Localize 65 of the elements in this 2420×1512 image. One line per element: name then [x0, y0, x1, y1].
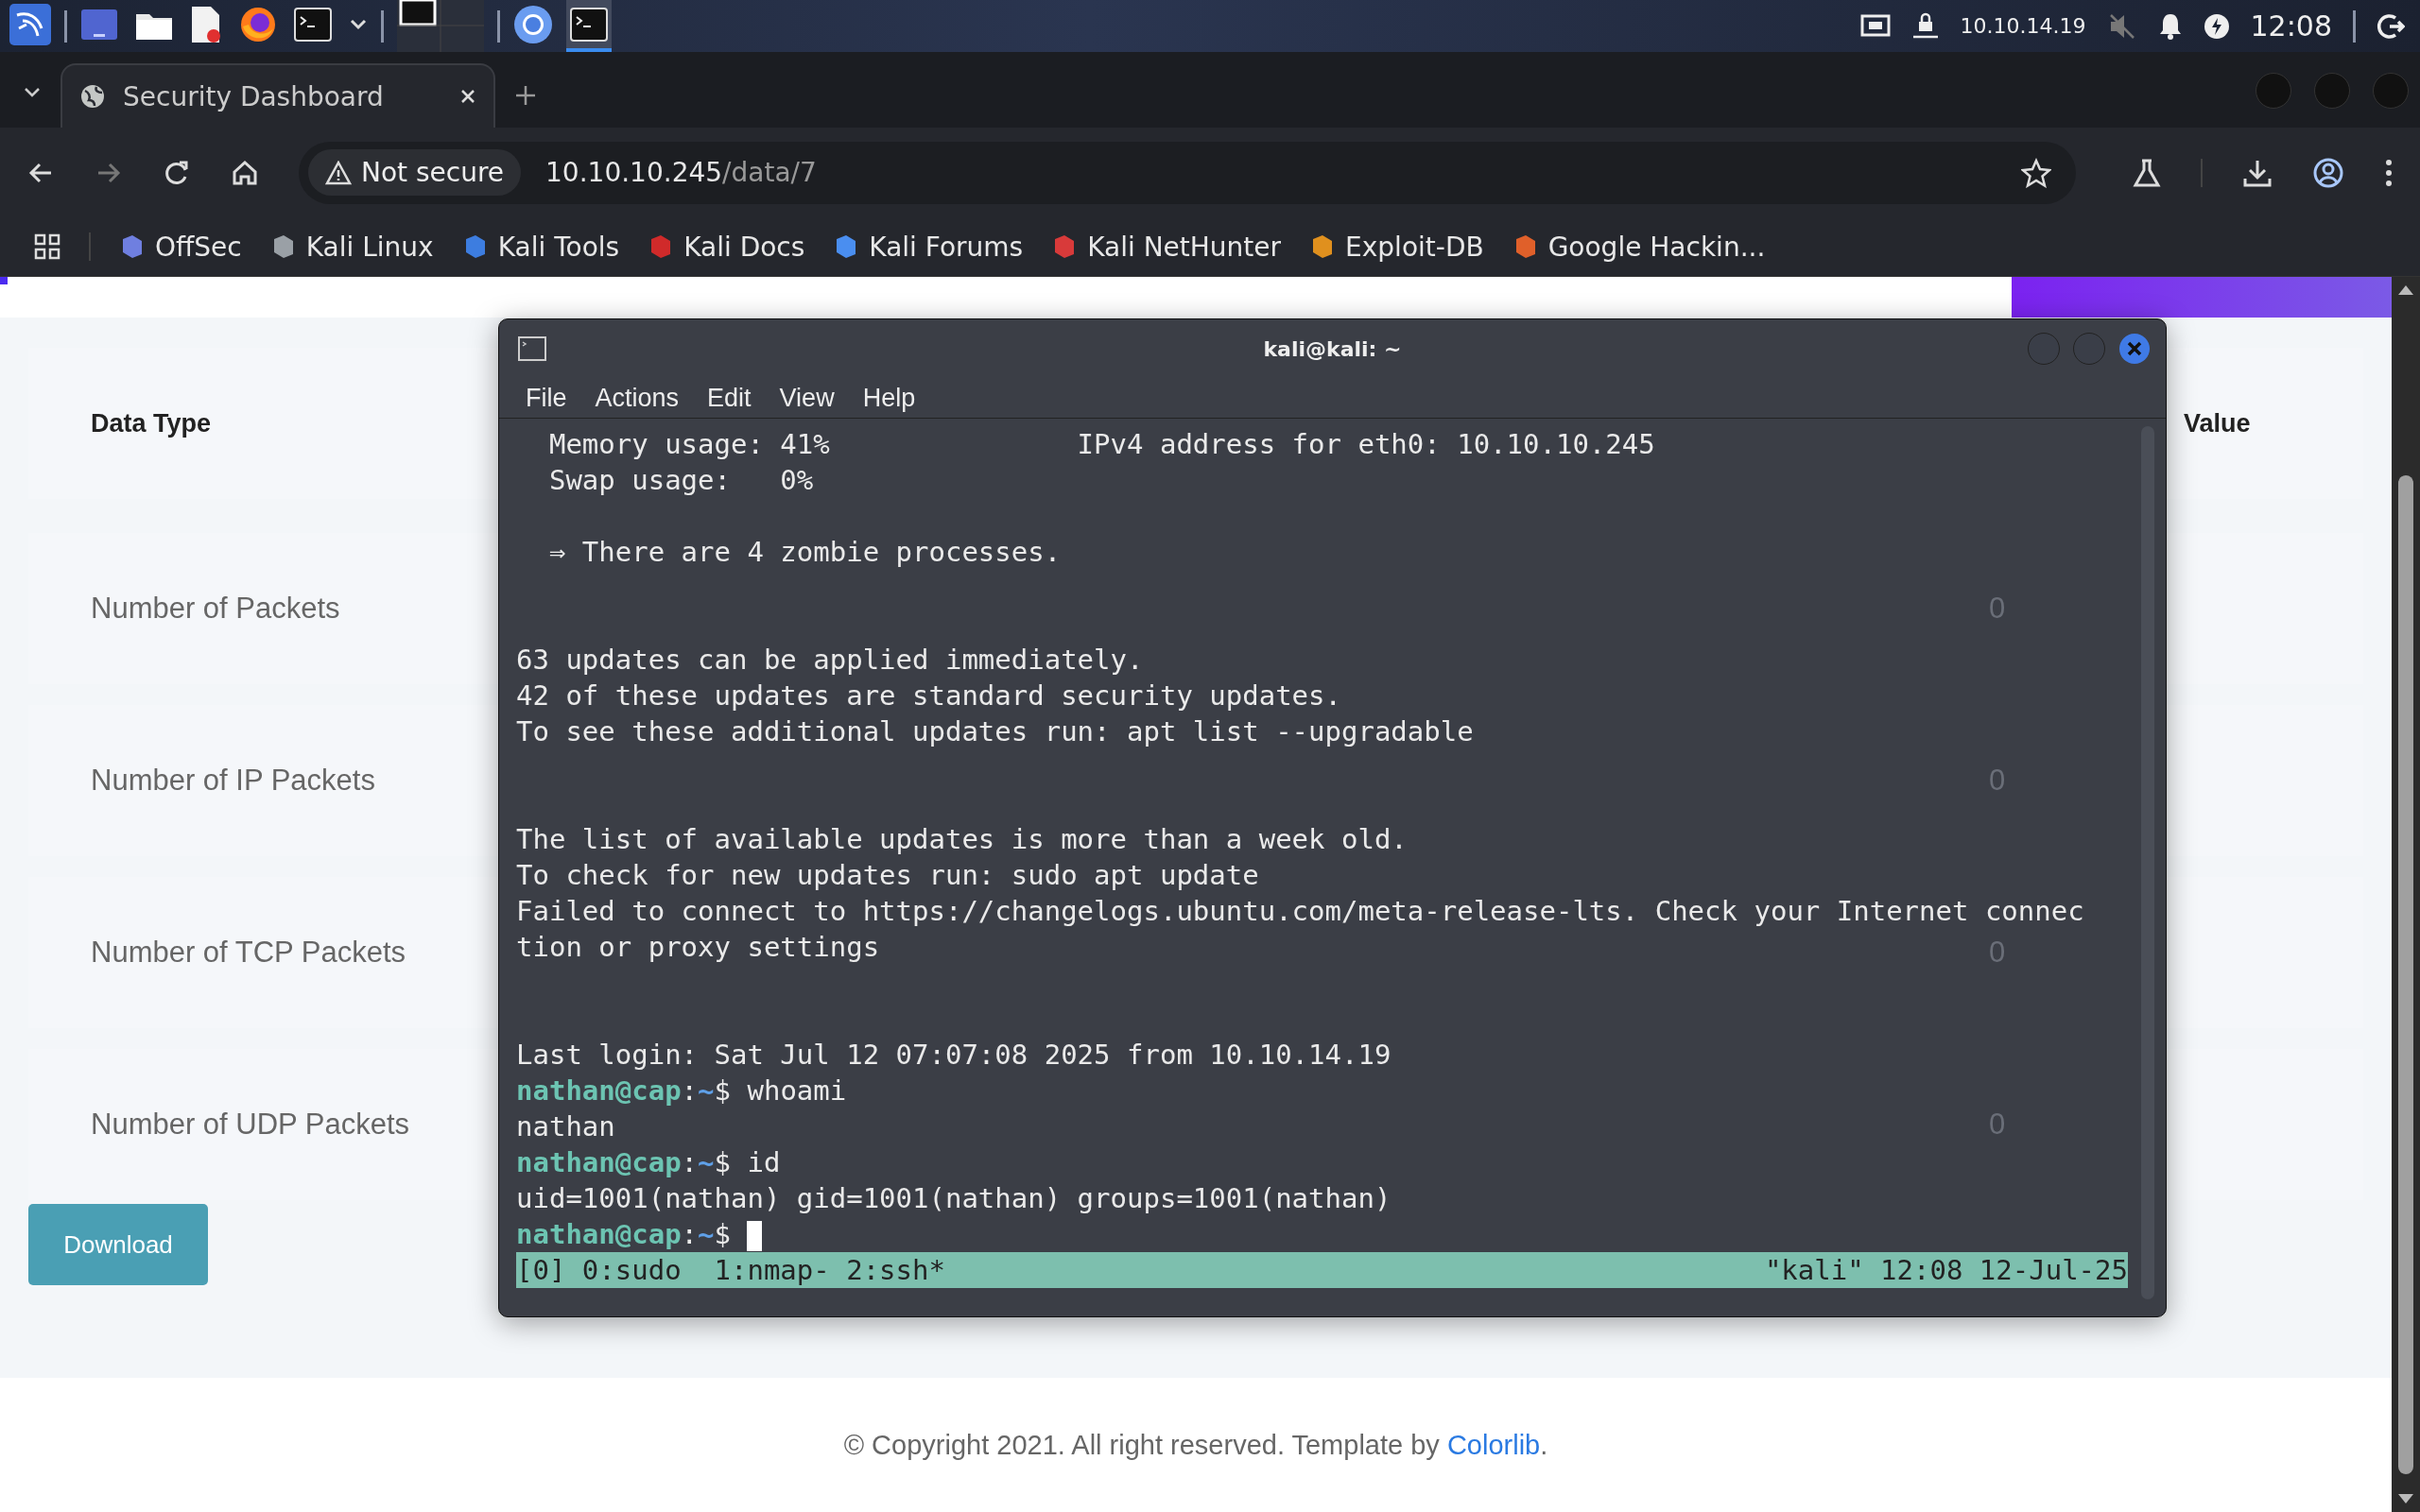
network-icon [1859, 13, 1891, 39]
globe-icon [79, 83, 106, 110]
bell-icon [2157, 11, 2183, 41]
terminal-prompt: nathan@cap:~$ id [516, 1145, 782, 1180]
home-icon[interactable] [231, 158, 259, 187]
menu-item[interactable]: View [779, 383, 835, 413]
caret-icon [349, 17, 368, 31]
power-icon [2203, 12, 2230, 40]
browser-tab[interactable]: Security Dashboard [60, 63, 495, 128]
terminal-line: ⇒ There are 4 zombie processes. [547, 535, 1062, 570]
taskbar-launcher[interactable] [566, 0, 612, 52]
status-text: [0] 0:sudo 1:nmap- 2:ssh* [516, 1254, 945, 1286]
bookmark[interactable]: Kali Forums [833, 231, 1024, 263]
terminal-line: To see these additional updates run: apt list --upgradable [516, 714, 1474, 749]
status-text: "kali" 12:08 12-Jul-25 [1764, 1254, 2128, 1286]
tab-list-caret-icon[interactable] [23, 86, 42, 99]
menu-item[interactable]: Edit [707, 383, 752, 413]
copyright-text: © Copyright 2021. All right reserved. Template by Colorlib. [843, 1429, 1548, 1461]
menu-item[interactable]: Actions [595, 383, 680, 413]
terminal-line: The list of available updates is more than a week old. [516, 822, 1408, 857]
bookmark[interactable]: Kali NetHunter [1051, 231, 1282, 263]
terminal-icon [518, 336, 546, 361]
terminal-line: Swap usage: 0% [547, 463, 814, 498]
clock: 12:08 [2250, 9, 2332, 43]
workspace-switcher-icon [397, 0, 484, 52]
bookmark[interactable]: Kali Docs [648, 231, 805, 263]
scrollbar[interactable] [2392, 277, 2420, 1512]
menu-item[interactable]: File [526, 383, 567, 413]
document-icon [190, 5, 222, 43]
terminal-icon [294, 7, 332, 42]
scroll-down-icon[interactable] [2397, 1493, 2414, 1504]
terminal-prompt: nathan@cap:~$ [516, 1216, 763, 1252]
chromium-icon [513, 4, 553, 44]
warning-icon [325, 160, 352, 185]
logout-icon[interactable] [2377, 11, 2405, 41]
new-tab-icon[interactable] [514, 84, 537, 107]
bookmark[interactable]: Exploit-DB [1309, 231, 1484, 263]
terminal-line: nathan [516, 1109, 615, 1144]
bookmark[interactable]: Kali Linux [269, 231, 434, 263]
bookmark[interactable]: OffSec [119, 231, 242, 263]
colorlib-link[interactable]: Colorlib [1446, 1429, 1541, 1460]
star-icon[interactable] [2021, 157, 2051, 188]
terminal-line: Memory usage: 41% IPv4 address for eth0: 10.10.10.245 [547, 427, 1655, 462]
terminal-icon [570, 7, 608, 42]
ip-address: 10.10.14.19 [1960, 14, 2086, 38]
security-label: Not secure [361, 157, 505, 188]
terminal-line: tion or proxy settings [516, 930, 880, 965]
menu-icon[interactable] [2384, 157, 2394, 188]
menu-item[interactable]: Help [862, 383, 916, 413]
bookmark[interactable]: Kali Tools [461, 231, 620, 263]
accent-mark [0, 277, 8, 284]
apps-icon[interactable] [34, 233, 60, 260]
close-icon[interactable] [459, 88, 476, 105]
security-chip[interactable]: Not secure [308, 149, 522, 196]
terminal-prompt: nathan@cap:~$ whoami [516, 1074, 848, 1108]
desktop-icon [80, 7, 118, 42]
lock-network-icon [1910, 11, 1940, 41]
bookmark[interactable]: Google Hackin... [1512, 231, 1766, 263]
address-bar[interactable]: Not secure 10.10.10.245/data/7 [299, 141, 2076, 204]
close-icon[interactable] [2118, 333, 2151, 365]
profile-icon[interactable] [2312, 156, 2344, 189]
scroll-up-icon[interactable] [2397, 284, 2414, 296]
url-text: 10.10.10.245/data/7 [545, 157, 818, 188]
flask-icon[interactable] [2133, 157, 2161, 188]
terminal-line: 63 updates can be applied immediately. [516, 643, 1144, 678]
